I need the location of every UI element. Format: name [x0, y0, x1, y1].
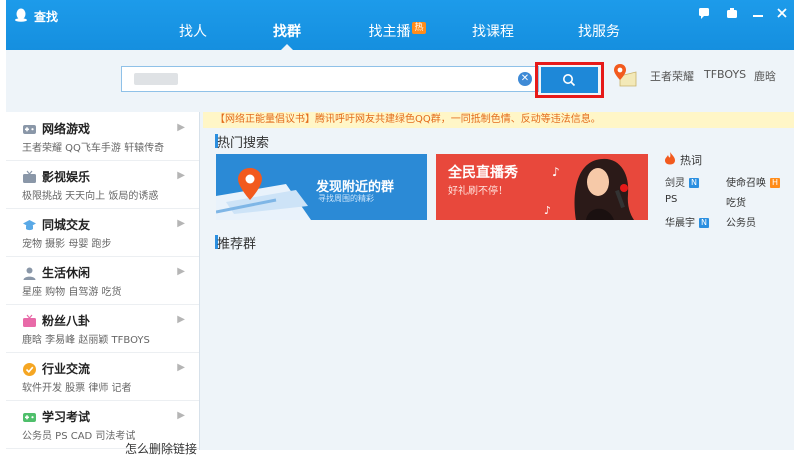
search-button-highlight [535, 62, 604, 98]
hotword-item[interactable]: 剑灵 N [665, 174, 699, 189]
svg-text:♪: ♪ [544, 204, 551, 217]
singer-illustration: ♪ ♪ [544, 158, 634, 220]
new-badge: N [689, 178, 699, 188]
svg-text:♪: ♪ [552, 165, 560, 179]
recommend-title: 推荐群 [217, 237, 257, 252]
tv-icon [23, 170, 36, 183]
verified-badge-icon [23, 363, 36, 376]
chevron-right-icon: ▶ [177, 266, 185, 277]
tab-find-streamer[interactable]: 找主播热 [360, 18, 434, 50]
chevron-right-icon: ▶ [177, 122, 185, 133]
category-fan-gossip[interactable]: 粉丝八卦 鹿晗 李易峰 赵丽颖 TFBOYS ▶ [6, 304, 199, 353]
tv-pink-icon [23, 314, 36, 327]
chevron-right-icon: ▶ [177, 362, 185, 373]
hot-search-title: 热门搜索 [217, 136, 270, 151]
hotword-item[interactable]: 使命召唤 H [726, 174, 781, 189]
tab-find-course[interactable]: 找课程 [466, 18, 520, 50]
gamepad-green-icon [23, 413, 36, 422]
quick-tag-luhan[interactable]: 鹿晗 [754, 68, 776, 84]
chevron-right-icon: ▶ [177, 218, 185, 229]
quick-tag-wangzhe[interactable]: 王者荣耀 [650, 68, 694, 84]
search-query-blurred [134, 73, 178, 85]
tab-find-service[interactable]: 找服务 [572, 18, 626, 50]
hotword-item[interactable]: 吃货 [726, 194, 746, 209]
hotwords-title: 热词 [680, 154, 702, 167]
banner-nearby-sub: 寻找周围的精彩 [318, 194, 374, 203]
chevron-right-icon: ▶ [177, 314, 185, 325]
category-online-games[interactable]: 网络游戏 王者荣耀 QQ飞车手游 轩辕传奇 ▶ [6, 112, 199, 161]
hotword-item[interactable]: 华晨宇 N [665, 214, 709, 229]
category-industry[interactable]: 行业交流 软件开发 股票 律师 记者 ▶ [6, 352, 199, 401]
notice-bar[interactable]: 【网络正能量倡议书】腾讯呼吁网友共建绿色QQ群，一同抵制色情、反动等违法信息。 [203, 112, 794, 128]
category-film-entertainment[interactable]: 影视娱乐 极限挑战 天天向上 饭局的诱惑 ▶ [6, 160, 199, 209]
hot-badge: H [770, 178, 781, 188]
location-map-icon[interactable] [612, 62, 638, 88]
search-input[interactable]: ✕ [121, 66, 539, 92]
chevron-right-icon: ▶ [177, 410, 185, 421]
fire-icon [665, 152, 675, 165]
new-badge: N [699, 218, 709, 228]
tab-find-people[interactable]: 找人 [166, 18, 220, 50]
find-window: 查找 找人 找群 找主播热 找课程 找服务 ✕ 王者荣耀 TFBOYS 鹿晗 【… [6, 0, 794, 450]
quick-tag-tfboys[interactable]: TFBOYS [704, 68, 746, 81]
graduation-cap-icon [23, 220, 36, 231]
search-icon [563, 74, 576, 87]
hotword-item[interactable]: PS [665, 194, 677, 205]
category-local-friends[interactable]: 同城交友 宠物 摄影 母婴 跑步 ▶ [6, 208, 199, 257]
hot-badge: 热 [412, 22, 426, 34]
banner-nearby-groups[interactable]: 发现附近的群 寻找周围的精彩 [216, 154, 427, 220]
hotword-item[interactable]: 公务员 [726, 214, 756, 229]
main-nav: 找人 找群 找主播热 找课程 找服务 [6, 18, 794, 50]
category-sidebar: 网络游戏 王者荣耀 QQ飞车手游 轩辕传奇 ▶ 影视娱乐 极限挑战 天天向上 饭… [6, 112, 200, 450]
tab-find-group[interactable]: 找群 [260, 18, 314, 50]
clear-icon[interactable]: ✕ [518, 72, 532, 86]
chevron-right-icon: ▶ [177, 170, 185, 181]
title-bar: 查找 找人 找群 找主播热 找课程 找服务 [6, 0, 794, 50]
background-window-text: 怎么删除链接 [125, 442, 198, 456]
category-leisure[interactable]: 生活休闲 星座 购物 自驾游 吃货 ▶ [6, 256, 199, 305]
person-icon [23, 267, 36, 280]
search-button[interactable] [541, 67, 598, 93]
gamepad-icon [23, 125, 36, 134]
banner-live-show[interactable]: 全民直播秀 好礼刷不停！ ♪ ♪ [436, 154, 648, 220]
